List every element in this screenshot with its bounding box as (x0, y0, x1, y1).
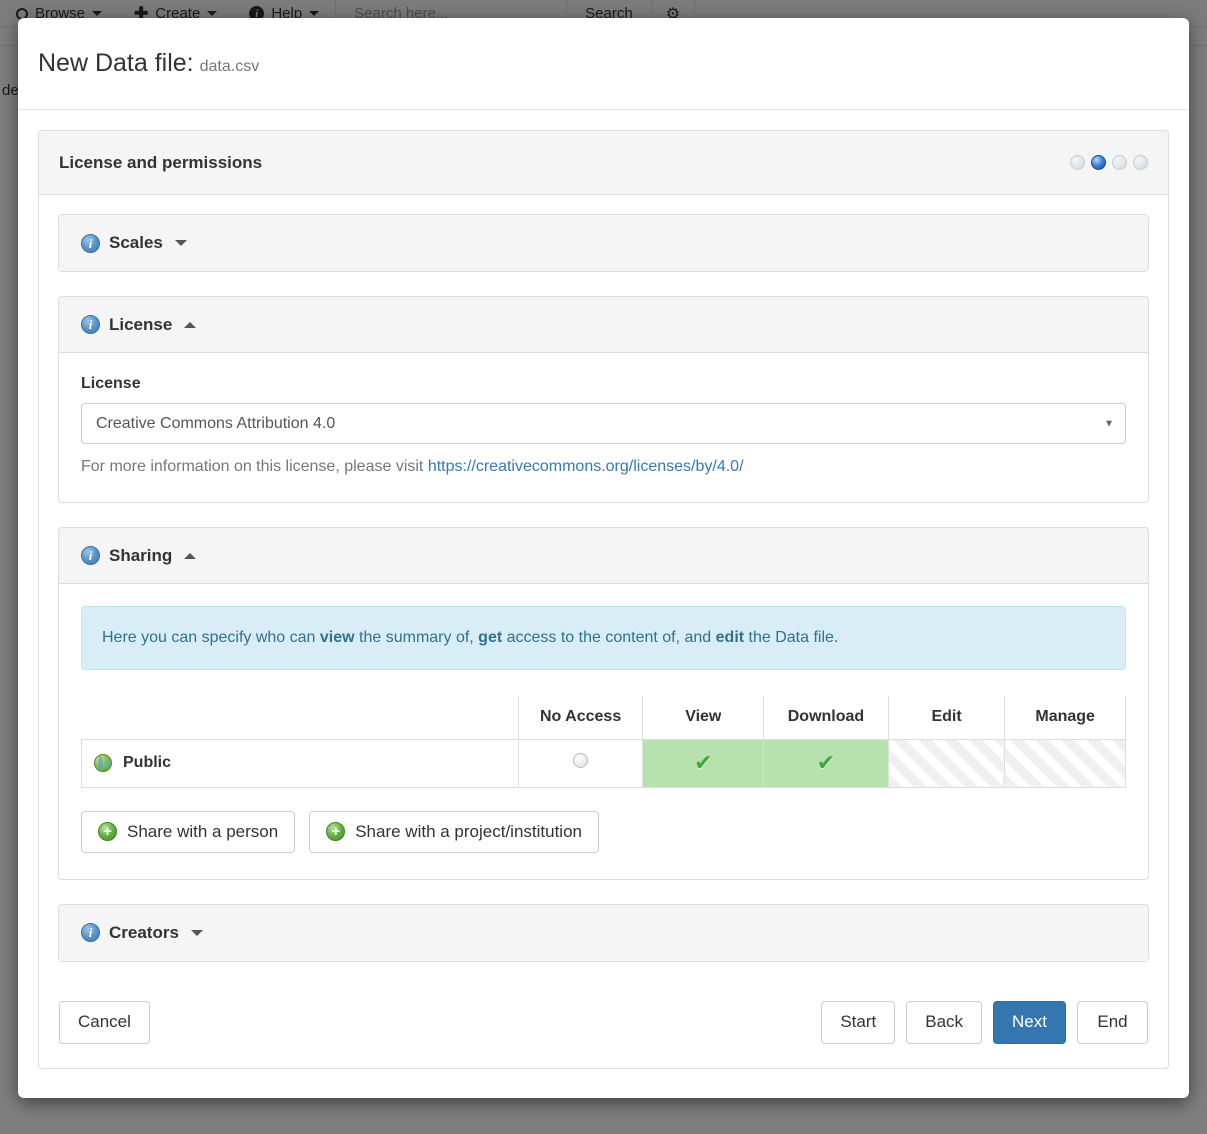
wizard-nav-buttons: Start Back Next End (821, 1001, 1148, 1044)
license-select[interactable]: Creative Commons Attribution 4.0 (81, 403, 1126, 444)
permissions-table-body: Public ✔ (82, 739, 1126, 787)
share-with-person-button[interactable]: + Share with a person (81, 811, 295, 853)
col-header-download: Download (764, 696, 889, 739)
panel-content: i Scales i License License (39, 195, 1168, 981)
section-sharing-body: Here you can specify who can view the su… (59, 584, 1148, 879)
section-scales-header[interactable]: i Scales (59, 215, 1148, 271)
table-row: Public ✔ (82, 739, 1126, 787)
modal-header: New Data file: data.csv (18, 18, 1189, 110)
section-creators: i Creators (58, 904, 1149, 962)
cell-no-access[interactable] (518, 739, 643, 787)
permissions-table-head: No Access View Download Edit Manage (82, 696, 1126, 739)
section-scales: i Scales (58, 214, 1149, 272)
col-header-manage: Manage (1005, 696, 1126, 739)
col-header-no-access: No Access (518, 696, 643, 739)
section-sharing: i Sharing Here you can specify who can v… (58, 527, 1149, 880)
section-sharing-title: Sharing (109, 546, 172, 566)
alert-bold-edit: edit (716, 629, 744, 646)
step-dot-2-active[interactable] (1091, 155, 1106, 170)
alert-part-2: the summary of, (355, 629, 479, 646)
row-label: Public (123, 754, 171, 772)
license-permissions-panel: License and permissions i Scales (38, 130, 1169, 1069)
section-license-header[interactable]: i License (59, 297, 1148, 353)
col-header-blank (82, 696, 519, 739)
section-creators-title: Creators (109, 923, 179, 943)
alert-bold-view: view (320, 629, 355, 646)
next-button[interactable]: Next (993, 1001, 1066, 1044)
share-with-person-label: Share with a person (127, 822, 278, 842)
panel-title: License and permissions (59, 153, 262, 173)
radio-no-access[interactable] (573, 753, 588, 768)
section-sharing-header[interactable]: i Sharing (59, 528, 1148, 584)
section-license: i License License Creative Commons Attri… (58, 296, 1149, 503)
step-dot-4[interactable] (1133, 155, 1148, 170)
license-link[interactable]: https://creativecommons.org/licenses/by/… (428, 458, 744, 475)
cell-view-granted[interactable]: ✔ (643, 739, 764, 787)
section-license-body: License Creative Commons Attribution 4.0… (59, 353, 1148, 502)
step-dot-3[interactable] (1112, 155, 1127, 170)
info-icon: i (81, 315, 100, 334)
table-header-row: No Access View Download Edit Manage (82, 696, 1126, 739)
cancel-button[interactable]: Cancel (59, 1001, 150, 1044)
share-buttons-group: + Share with a person + Share with a pro… (81, 811, 1126, 853)
modal-title-text: New Data file: (38, 49, 194, 77)
license-field-label: License (81, 375, 1126, 393)
chevron-up-icon (184, 322, 196, 328)
section-scales-title: Scales (109, 233, 163, 253)
modal-filename: data.csv (200, 58, 260, 75)
share-with-project-button[interactable]: + Share with a project/institution (309, 811, 599, 853)
section-license-title: License (109, 315, 172, 335)
info-icon: i (81, 923, 100, 942)
section-creators-header[interactable]: i Creators (59, 905, 1148, 961)
share-with-project-label: Share with a project/institution (355, 822, 582, 842)
info-icon: i (81, 546, 100, 565)
check-icon: ✔ (817, 752, 835, 774)
sharing-info-alert: Here you can specify who can view the su… (81, 606, 1126, 670)
globe-icon (94, 754, 112, 772)
alert-part-3: access to the content of, and (502, 629, 715, 646)
wizard-step-indicator (1070, 155, 1148, 170)
end-button[interactable]: End (1077, 1001, 1148, 1044)
chevron-down-icon (191, 930, 203, 936)
info-icon: i (81, 234, 100, 253)
col-header-view: View (643, 696, 764, 739)
new-data-file-modal: New Data file: data.csv License and permi… (18, 18, 1189, 1098)
col-header-edit: Edit (888, 696, 1004, 739)
cell-download-granted[interactable]: ✔ (764, 739, 889, 787)
cell-manage-disabled (1005, 739, 1126, 787)
step-dot-1[interactable] (1070, 155, 1085, 170)
alert-part-1: Here you can specify who can (102, 629, 320, 646)
plus-circle-icon: + (326, 822, 345, 841)
license-select-wrapper: Creative Commons Attribution 4.0 ▼ (81, 403, 1126, 444)
modal-body: License and permissions i Scales (18, 110, 1189, 1089)
chevron-down-icon (175, 240, 187, 246)
plus-circle-icon: + (98, 822, 117, 841)
alert-bold-get: get (478, 629, 502, 646)
permissions-table: No Access View Download Edit Manage (81, 696, 1126, 788)
start-button[interactable]: Start (821, 1001, 895, 1044)
license-hint: For more information on this license, pl… (81, 458, 1126, 476)
wizard-footer: Cancel Start Back Next End (39, 981, 1168, 1068)
cell-edit-disabled (888, 739, 1004, 787)
row-name-public: Public (82, 739, 519, 787)
back-button[interactable]: Back (906, 1001, 982, 1044)
check-icon: ✔ (694, 752, 712, 774)
alert-part-4: the Data file. (744, 629, 838, 646)
panel-header: License and permissions (39, 131, 1168, 195)
license-hint-prefix: For more information on this license, pl… (81, 458, 428, 475)
page-title: New Data file: data.csv (38, 49, 259, 78)
chevron-up-icon (184, 553, 196, 559)
